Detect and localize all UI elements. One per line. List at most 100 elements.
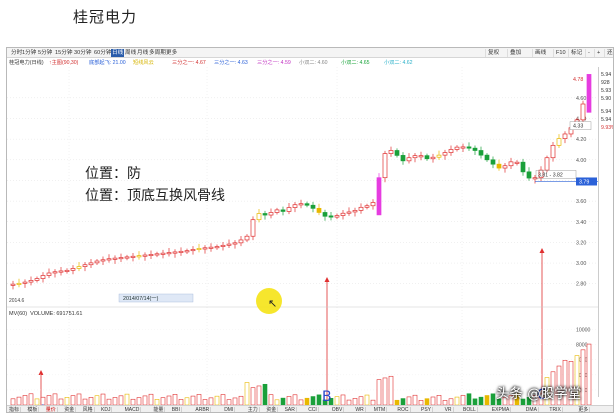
candle-body [136, 255, 142, 258]
indicator-tab[interactable]: 资金 [265, 407, 279, 412]
indicator-tab[interactable]: BBI [171, 407, 182, 412]
period-tab[interactable]: 5分钟 [37, 49, 53, 57]
candlestick-chart[interactable]: 2.803.003.203.403.603.804.004.204.404.60… [7, 67, 598, 413]
indicator-tab[interactable]: BOLL [462, 407, 478, 412]
period-tab[interactable]: 60分钟 [93, 49, 112, 57]
period-tab[interactable]: 日线 [111, 49, 125, 57]
candle-body [286, 207, 292, 212]
marker-arrow-icon [539, 248, 545, 253]
side-value: 9.93% [601, 125, 613, 131]
toolbar-button[interactable]: - [585, 49, 592, 57]
indicator-tab[interactable]: KDJ [100, 407, 113, 412]
indicator-tab[interactable]: 主力 [247, 407, 260, 412]
volume-bar [364, 394, 370, 406]
period-tab[interactable]: 1分钟 [21, 49, 37, 57]
candle-body [250, 219, 256, 237]
volume-bar [88, 397, 94, 406]
candle-body [76, 266, 82, 269]
candle-body [208, 246, 214, 249]
indicator-tabs: 指标 模板 量价 资金 风格 KDJ MACD 能量 BBI ARBR DMI 主力 资金 SAR CCI O… [7, 405, 613, 412]
indicator-tab[interactable]: ROC [396, 407, 411, 412]
indicator-tab[interactable]: VR [444, 407, 454, 412]
candle-body [562, 133, 568, 139]
candle-body [412, 155, 418, 159]
indicator-tab[interactable]: 资金 [63, 407, 77, 412]
volume-bar [118, 395, 124, 406]
volume-bar [466, 393, 472, 406]
volume-bar [304, 397, 310, 406]
toolbar-button[interactable]: F10 [553, 49, 568, 57]
candle-body [484, 154, 490, 161]
candle-body [226, 243, 232, 246]
ma-value: 三分之一: 4.67 [172, 60, 206, 66]
indicator-tab[interactable]: CCI [307, 407, 319, 412]
indicator-tab[interactable]: 量价 [45, 407, 58, 412]
indicator-tab[interactable]: OBV [331, 407, 345, 412]
level-tag-text: 3.79 [579, 179, 589, 185]
indicator-tab[interactable]: MACD [124, 407, 142, 412]
toolbar-button[interactable]: 复权 [485, 49, 501, 57]
candle-body [424, 155, 430, 160]
stock-name: 桂冠电力(日线) [9, 60, 44, 66]
volume-bar [340, 394, 346, 406]
candle-body [178, 250, 184, 253]
indicator-tab[interactable]: MTM [373, 407, 388, 412]
indicator-tab[interactable]: 模板 [26, 407, 40, 412]
candle-body [304, 203, 310, 206]
toolbar-button[interactable]: 还原 [604, 49, 613, 57]
indicator-tab[interactable]: 风格 [82, 407, 95, 412]
toolbar-button[interactable]: 叠加 [507, 49, 523, 57]
period-tab[interactable]: 多周期 [148, 49, 167, 57]
volume-bar [76, 393, 82, 406]
toolbar-button[interactable]: + [594, 49, 602, 57]
candle-body [262, 213, 268, 216]
indicator-tab[interactable]: 能量 [152, 407, 166, 412]
candle-body [10, 283, 16, 286]
indicator-tab[interactable]: SAR [284, 407, 297, 412]
candle-body [454, 146, 460, 150]
candle-body [64, 269, 70, 272]
period-tab[interactable]: 30分钟 [73, 49, 92, 57]
candle-body [526, 171, 532, 179]
page-title: 桂冠电力 [73, 8, 138, 26]
period-tab[interactable]: 15分钟 [54, 49, 73, 57]
candle-body [148, 254, 154, 256]
indicator-tab[interactable]: PSY [420, 407, 434, 412]
range-label: 3.81 - 3.82 [538, 172, 563, 178]
indicator-tab[interactable]: WR [354, 407, 366, 412]
candle-body [232, 242, 238, 245]
candle-body [160, 252, 166, 255]
volume-bar [256, 385, 262, 406]
candle-body [190, 249, 196, 252]
volume-bar [136, 397, 142, 406]
left-date-label: 2014.6 [9, 298, 25, 304]
chart-area[interactable]: 2.803.003.203.403.603.804.004.204.404.60… [7, 67, 598, 413]
volume-bar [310, 396, 316, 406]
indicator-tab[interactable]: 指标 [8, 407, 22, 412]
volume-bar [316, 394, 322, 406]
indicator-tab[interactable]: DMI [223, 407, 236, 412]
toolbar-button[interactable]: 标记 [568, 49, 584, 57]
top-price-label: 4.78 [573, 77, 583, 83]
candle-body [58, 270, 64, 273]
candle-body [88, 262, 94, 266]
volume-bar [412, 394, 418, 406]
indicator-tab[interactable]: TRIX [548, 407, 563, 412]
candle-body [40, 275, 46, 279]
volume-bar [166, 395, 172, 406]
candle-body [370, 202, 376, 207]
candle-body [448, 149, 454, 153]
period-tab[interactable]: 更多 [165, 49, 178, 57]
marker-arrow-icon [324, 277, 330, 282]
candle-body [112, 257, 118, 260]
candle-body [52, 271, 58, 274]
indicator-name: ↑主图(90,30) [49, 60, 79, 66]
toolbar-button[interactable]: 画线 [532, 49, 548, 57]
indicator-tab[interactable]: DMA [525, 407, 539, 412]
candle-body [142, 254, 148, 257]
indicator-tab[interactable]: EXPMA [491, 407, 512, 412]
candle-body [34, 278, 40, 281]
indicator-tab[interactable]: ARBR [194, 407, 212, 412]
candle-body [172, 251, 178, 254]
indicator-tab[interactable]: 更多 [577, 407, 591, 412]
